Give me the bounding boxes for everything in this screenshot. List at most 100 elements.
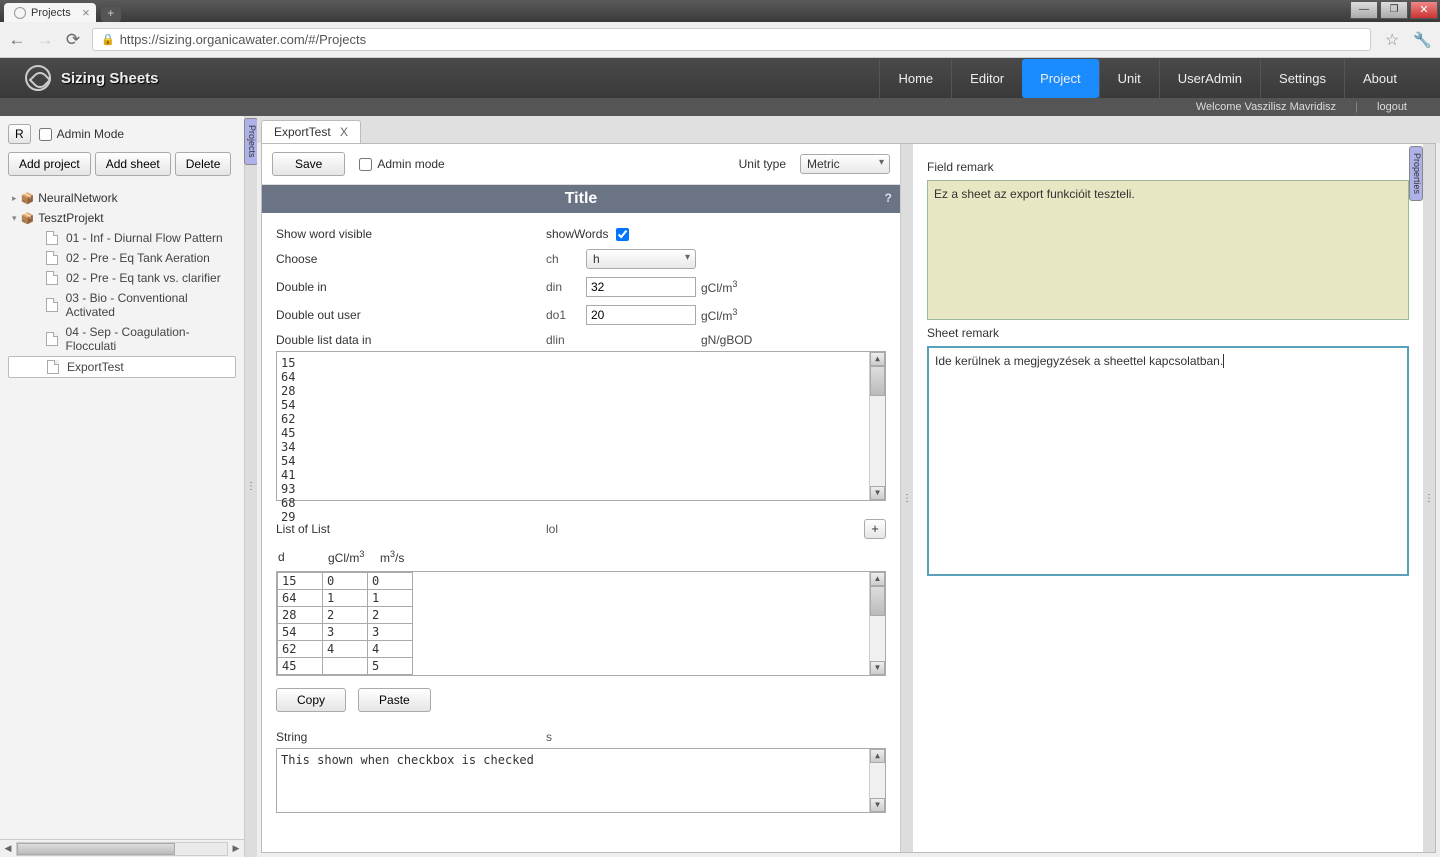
logout-link[interactable]: logout [1369,101,1415,113]
nav-about[interactable]: About [1344,59,1415,98]
sidebar: R Admin Mode Add project Add sheet Delet… [0,116,245,857]
table-cell[interactable]: 3 [323,624,368,641]
logo-icon [25,65,51,91]
scroll-left-icon[interactable]: ◀ [0,843,16,854]
close-window-button[interactable]: ✕ [1410,1,1438,19]
sheet-remark-box[interactable]: Ide kerülnek a megjegyzések a sheettel k… [927,346,1409,576]
unit-type-label: Unit type [739,157,786,171]
nav-home[interactable]: Home [879,59,951,98]
tree-sheet[interactable]: 01 - Inf - Diurnal Flow Pattern [8,228,236,248]
double-in-input[interactable] [586,277,696,297]
table-cell[interactable]: 2 [323,607,368,624]
close-icon[interactable]: × [82,5,90,20]
close-icon[interactable]: X [340,125,348,139]
table-cell[interactable] [323,658,368,675]
field-remark-label: Field remark [927,154,1409,180]
form-admin-mode[interactable]: Admin mode [359,157,444,171]
minimize-button[interactable]: ― [1350,1,1378,19]
lol-table[interactable]: 15006411282254336244455 ▲▼ [276,571,886,676]
nav-unit[interactable]: Unit [1099,59,1159,98]
tab-title: Projects [31,7,71,19]
favicon [14,7,26,19]
unit-type-select[interactable]: Metric [800,154,890,174]
brand-name: Sizing Sheets [61,70,159,87]
copy-button[interactable]: Copy [276,688,346,712]
nav-settings[interactable]: Settings [1260,59,1344,98]
table-cell[interactable]: 1 [323,590,368,607]
back-button[interactable]: ← [8,31,26,49]
browser-tab[interactable]: Projects × [4,3,96,22]
delete-button[interactable]: Delete [175,152,232,176]
url-bar: ← → ⟳ 🔒 https://sizing.organicawater.com… [0,22,1440,58]
title-bar: Title ? [262,185,900,213]
form-panel: Save Admin mode Unit type Metric Title ? [262,144,901,852]
table-cell[interactable]: 64 [278,590,323,607]
admin-mode-toggle[interactable]: Admin Mode [39,127,124,141]
main-panel: ExportTest X Save Admin mode Unit type M… [257,116,1440,857]
tree-project[interactable]: ▾ 📦 TesztProjekt [8,208,236,228]
right-split-handle[interactable]: ⋮ [1423,144,1435,852]
properties-gutter-tab[interactable]: Properties [1409,146,1423,201]
bookmark-icon[interactable]: ☆ [1385,30,1399,50]
tree-project[interactable]: ▸ 📦 NeuralNetwork [8,188,236,208]
table-cell[interactable]: 0 [368,573,413,590]
form-split-handle[interactable]: ⋮ [901,144,913,852]
tree-sheet[interactable]: 02 - Pre - Eq Tank Aeration [8,248,236,268]
main-nav: HomeEditorProjectUnitUserAdminSettingsAb… [879,59,1415,98]
table-cell[interactable]: 0 [323,573,368,590]
welcome-text: Welcome Vaszilisz Mavridisz [1188,101,1344,113]
reload-button[interactable]: ⟳ [64,31,82,49]
double-out-input[interactable] [586,305,696,325]
table-cell[interactable]: 1 [368,590,413,607]
projects-gutter-tab[interactable]: Projects [244,118,258,165]
sub-header: Welcome Vaszilisz Mavridisz | logout [0,98,1440,116]
table-cell[interactable]: 45 [278,658,323,675]
table-cell[interactable]: 54 [278,624,323,641]
doc-tab[interactable]: ExportTest X [261,120,361,143]
app-header: Sizing Sheets HomeEditorProjectUnitUserA… [0,58,1440,98]
table-cell[interactable]: 15 [278,573,323,590]
nav-project[interactable]: Project [1022,59,1098,98]
remark-panel: Field remark Ez a sheet az export funkci… [913,144,1423,852]
tree-sheet[interactable]: 03 - Bio - Conventional Activated [8,288,236,322]
table-cell[interactable]: 4 [368,641,413,658]
help-icon[interactable]: ? [885,191,892,205]
url-text: https://sizing.organicawater.com/#/Proje… [120,32,366,47]
new-tab-button[interactable]: + [101,7,121,22]
tree-sheet[interactable]: 04 - Sep - Coagulation-Flocculati [8,322,236,356]
table-cell[interactable]: 62 [278,641,323,658]
field-remark-box[interactable]: Ez a sheet az export funkcióit teszteli. [927,180,1409,320]
choose-select[interactable]: h [586,249,696,269]
url-input[interactable]: 🔒 https://sizing.organicawater.com/#/Pro… [92,28,1371,51]
add-sheet-button[interactable]: Add sheet [95,152,171,176]
string-textarea[interactable]: This shown when checkbox is checked ▲▼ [276,748,886,813]
workspace: R Admin Mode Add project Add sheet Delet… [0,116,1440,857]
tree-sheet[interactable]: ExportTest [8,356,236,378]
table-cell[interactable]: 5 [368,658,413,675]
show-word-label: Show word visible [276,227,546,241]
lock-icon: 🔒 [101,33,115,46]
add-project-button[interactable]: Add project [8,152,91,176]
sidebar-scrollbar[interactable]: ◀ ▶ [0,839,244,857]
show-word-checkbox[interactable] [616,228,629,241]
save-button[interactable]: Save [272,152,345,176]
scroll-right-icon[interactable]: ▶ [228,843,244,854]
table-cell[interactable]: 4 [323,641,368,658]
paste-button[interactable]: Paste [358,688,431,712]
wrench-icon[interactable]: 🔧 [1413,31,1432,49]
r-button[interactable]: R [8,124,31,144]
forward-button[interactable]: → [36,31,54,49]
table-cell[interactable]: 28 [278,607,323,624]
table-cell[interactable]: 2 [368,607,413,624]
browser-chrome: Projects × + ― ❐ ✕ [0,0,1440,22]
tree-sheet[interactable]: 02 - Pre - Eq tank vs. clarifier [8,268,236,288]
project-tree: ▸ 📦 NeuralNetwork▾ 📦 TesztProjekt01 - In… [0,184,244,839]
nav-editor[interactable]: Editor [951,59,1022,98]
admin-mode-checkbox[interactable] [39,128,52,141]
sheet-remark-label: Sheet remark [927,320,1409,346]
dlist-textarea[interactable]: 15 64 28 54 62 45 34 54 41 93 68 29 ▲▼ [276,351,886,501]
nav-useradmin[interactable]: UserAdmin [1159,59,1260,98]
table-cell[interactable]: 3 [368,624,413,641]
maximize-button[interactable]: ❐ [1380,1,1408,19]
split-handle[interactable]: ⋮ [245,116,257,857]
